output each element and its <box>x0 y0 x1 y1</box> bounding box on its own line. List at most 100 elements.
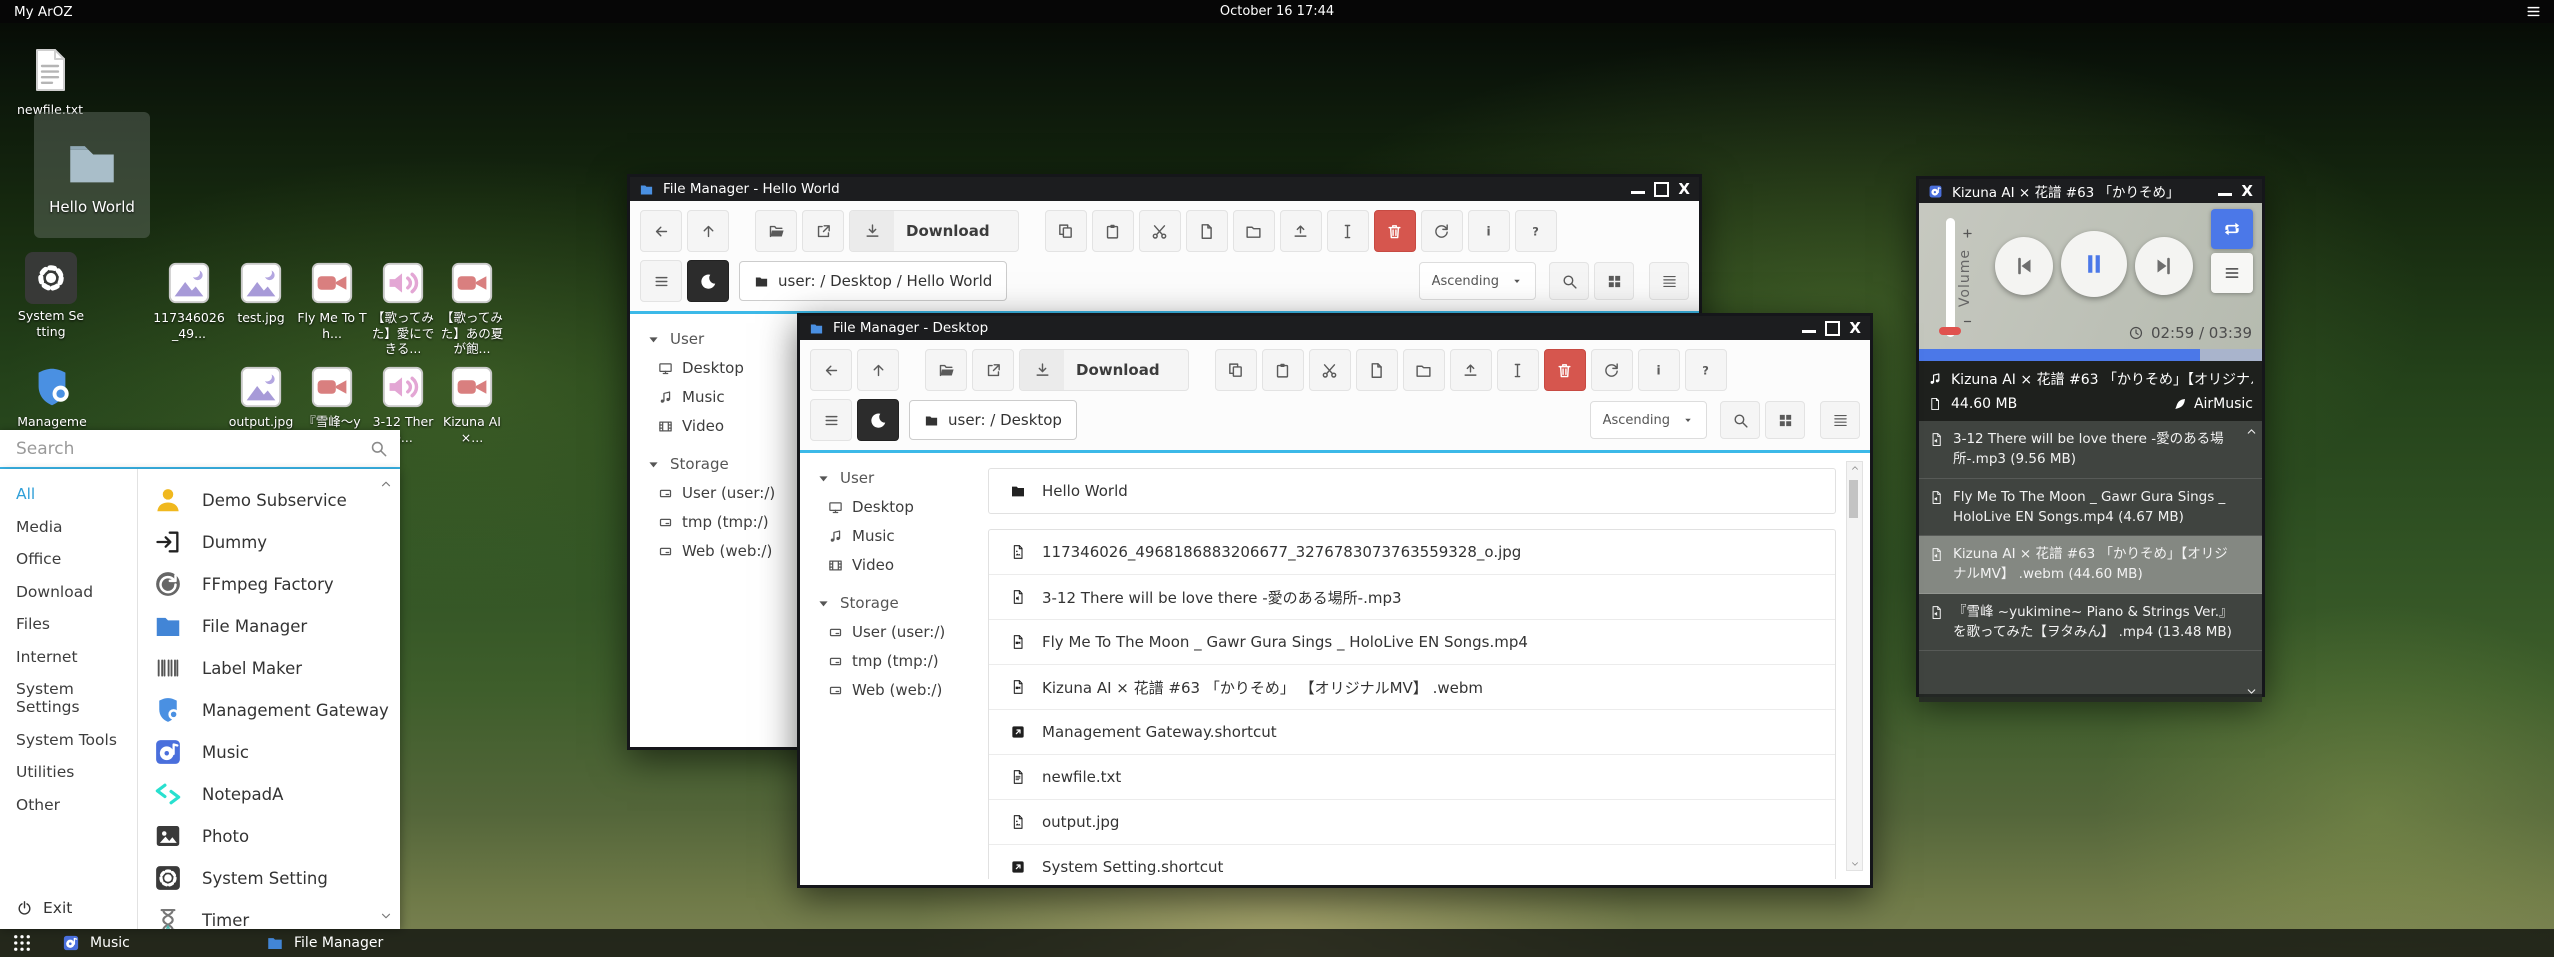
app-item-music[interactable]: Music <box>152 731 400 773</box>
sidebar-toggle-button[interactable] <box>810 399 852 441</box>
scroll-up-icon[interactable] <box>379 477 393 491</box>
breadcrumb[interactable]: user: / Desktop / Hello World <box>739 261 1007 301</box>
app-item-dummy[interactable]: Dummy <box>152 521 400 563</box>
exit-button[interactable]: Exit <box>16 899 72 917</box>
sidebar-item-web-root[interactable]: Web (web:/) <box>828 681 976 699</box>
minimize-button[interactable] <box>2218 193 2232 196</box>
playlist-toggle-button[interactable] <box>2211 253 2253 293</box>
desktop-icon-fly-me[interactable]: Fly Me To Th... <box>296 260 368 341</box>
desktop-icon-kizuna[interactable]: Kizuna AI ×... <box>436 364 508 445</box>
refresh-button[interactable] <box>1421 210 1463 252</box>
list-view-button[interactable] <box>1820 401 1860 439</box>
sidebar-item-tmp-root[interactable]: tmp (tmp:/) <box>828 652 976 670</box>
info-button[interactable] <box>1638 349 1680 391</box>
search-button[interactable] <box>1720 401 1760 439</box>
category-files[interactable]: Files <box>16 615 137 633</box>
category-utilities[interactable]: Utilities <box>16 763 137 781</box>
sidebar-item-user-root[interactable]: User (user:/) <box>658 484 806 502</box>
sidebar-item-video[interactable]: Video <box>658 417 806 435</box>
scrollbar-thumb[interactable] <box>1849 480 1858 518</box>
cut-button[interactable] <box>1139 210 1181 252</box>
breadcrumb[interactable]: user: / Desktop <box>909 400 1077 440</box>
category-office[interactable]: Office <box>16 550 137 568</box>
app-item-management-gateway[interactable]: Management Gateway <box>152 689 400 731</box>
volume-up-icon[interactable] <box>1961 227 1974 240</box>
scroll-down-icon[interactable] <box>2245 685 2258 698</box>
upload-button[interactable] <box>1280 210 1322 252</box>
app-item-demo-subservice[interactable]: Demo Subservice <box>152 479 400 521</box>
app-item-ffmpeg-factory[interactable]: FFmpeg Factory <box>152 563 400 605</box>
file-row-system-setting[interactable]: System Setting.shortcut <box>989 844 1835 879</box>
sidebar-section-user[interactable]: User <box>816 469 976 487</box>
app-item-notepada[interactable]: NotepadA <box>152 773 400 815</box>
file-row-output[interactable]: output.jpg <box>989 799 1835 844</box>
sidebar-item-user-root[interactable]: User (user:/) <box>828 623 976 641</box>
maximize-button[interactable] <box>1654 182 1669 197</box>
sort-dropdown[interactable]: Ascending <box>1590 401 1707 439</box>
volume-slider[interactable] <box>1946 218 1955 337</box>
dark-mode-button[interactable] <box>687 260 729 302</box>
category-system-tools[interactable]: System Tools <box>16 731 137 749</box>
scroll-up-icon[interactable] <box>2245 425 2258 438</box>
file-row-3-12-there[interactable]: 3-12 There will be love there -愛のある場所-.m… <box>989 574 1835 619</box>
sidebar-section-storage[interactable]: Storage <box>816 594 976 612</box>
category-other[interactable]: Other <box>16 796 137 814</box>
sidebar-item-desktop[interactable]: Desktop <box>828 498 976 516</box>
open-button[interactable] <box>925 349 967 391</box>
desktop-icon-hello-world[interactable]: Hello World <box>34 112 150 238</box>
dark-mode-button[interactable] <box>857 399 899 441</box>
desktop-icon-output-jpg[interactable]: output.jpg <box>225 364 297 430</box>
file-row-newfile[interactable]: newfile.txt <box>989 754 1835 799</box>
pause-button[interactable] <box>2061 231 2127 297</box>
delete-button[interactable] <box>1374 210 1416 252</box>
up-button[interactable] <box>857 349 899 391</box>
volume-down-icon[interactable] <box>1961 315 1974 328</box>
new-file-button[interactable] <box>1186 210 1228 252</box>
download-button[interactable]: Download <box>849 210 1019 252</box>
taskbar-item-file-manager[interactable]: File Manager <box>266 934 383 952</box>
close-button[interactable]: X <box>1678 180 1690 198</box>
search-button[interactable] <box>1549 262 1589 300</box>
app-item-system-setting[interactable]: System Setting <box>152 857 400 899</box>
desktop-icon-system-setting[interactable]: System Setting <box>12 252 90 339</box>
category-internet[interactable]: Internet <box>16 648 137 666</box>
sidebar-toggle-button[interactable] <box>640 260 682 302</box>
upload-button[interactable] <box>1450 349 1492 391</box>
seek-bar[interactable] <box>1919 349 2262 361</box>
app-item-timer[interactable]: Timer <box>152 899 400 929</box>
app-launcher-icon[interactable] <box>12 933 32 953</box>
scroll-up-icon[interactable] <box>1850 463 1860 473</box>
sidebar-item-music[interactable]: Music <box>658 388 806 406</box>
window-title-bar[interactable]: File Manager - Desktop X <box>800 316 1870 340</box>
sort-dropdown[interactable]: Ascending <box>1419 262 1536 300</box>
category-download[interactable]: Download <box>16 583 137 601</box>
scroll-down-icon[interactable] <box>1850 859 1860 869</box>
help-button[interactable] <box>1685 349 1727 391</box>
minimize-button[interactable] <box>1802 330 1816 333</box>
file-row-fly-me[interactable]: Fly Me To The Moon _ Gawr Gura Sings _ H… <box>989 619 1835 664</box>
maximize-button[interactable] <box>1825 321 1840 336</box>
new-folder-button[interactable] <box>1403 349 1445 391</box>
category-system-settings[interactable]: System Settings <box>16 680 137 716</box>
app-item-photo[interactable]: Photo <box>152 815 400 857</box>
new-file-button[interactable] <box>1356 349 1398 391</box>
refresh-button[interactable] <box>1591 349 1633 391</box>
app-item-file-manager[interactable]: File Manager <box>152 605 400 647</box>
download-button[interactable]: Download <box>1019 349 1189 391</box>
file-row-kizuna[interactable]: Kizuna AI × 花譜 #63 「かりそめ」 【オリジナルMV】 .web… <box>989 664 1835 709</box>
back-button[interactable] <box>640 210 682 252</box>
sidebar-item-video[interactable]: Video <box>828 556 976 574</box>
app-item-label-maker[interactable]: Label Maker <box>152 647 400 689</box>
up-button[interactable] <box>687 210 729 252</box>
playlist-item-selected[interactable]: Kizuna AI × 花譜 #63 「かりそめ」【オリジナルMV】 .webm… <box>1919 536 2262 594</box>
grid-view-button[interactable] <box>1594 262 1634 300</box>
open-button[interactable] <box>755 210 797 252</box>
close-button[interactable]: X <box>2241 182 2253 200</box>
sidebar-section-user[interactable]: User <box>646 330 806 348</box>
cut-button[interactable] <box>1309 349 1351 391</box>
previous-track-button[interactable] <box>1995 237 2053 295</box>
back-button[interactable] <box>810 349 852 391</box>
sidebar-section-storage[interactable]: Storage <box>646 455 806 473</box>
desktop-icon-utatemita-2[interactable]: 【歌ってみた】あの夏が飽... <box>436 260 508 357</box>
search-input[interactable] <box>14 438 369 460</box>
